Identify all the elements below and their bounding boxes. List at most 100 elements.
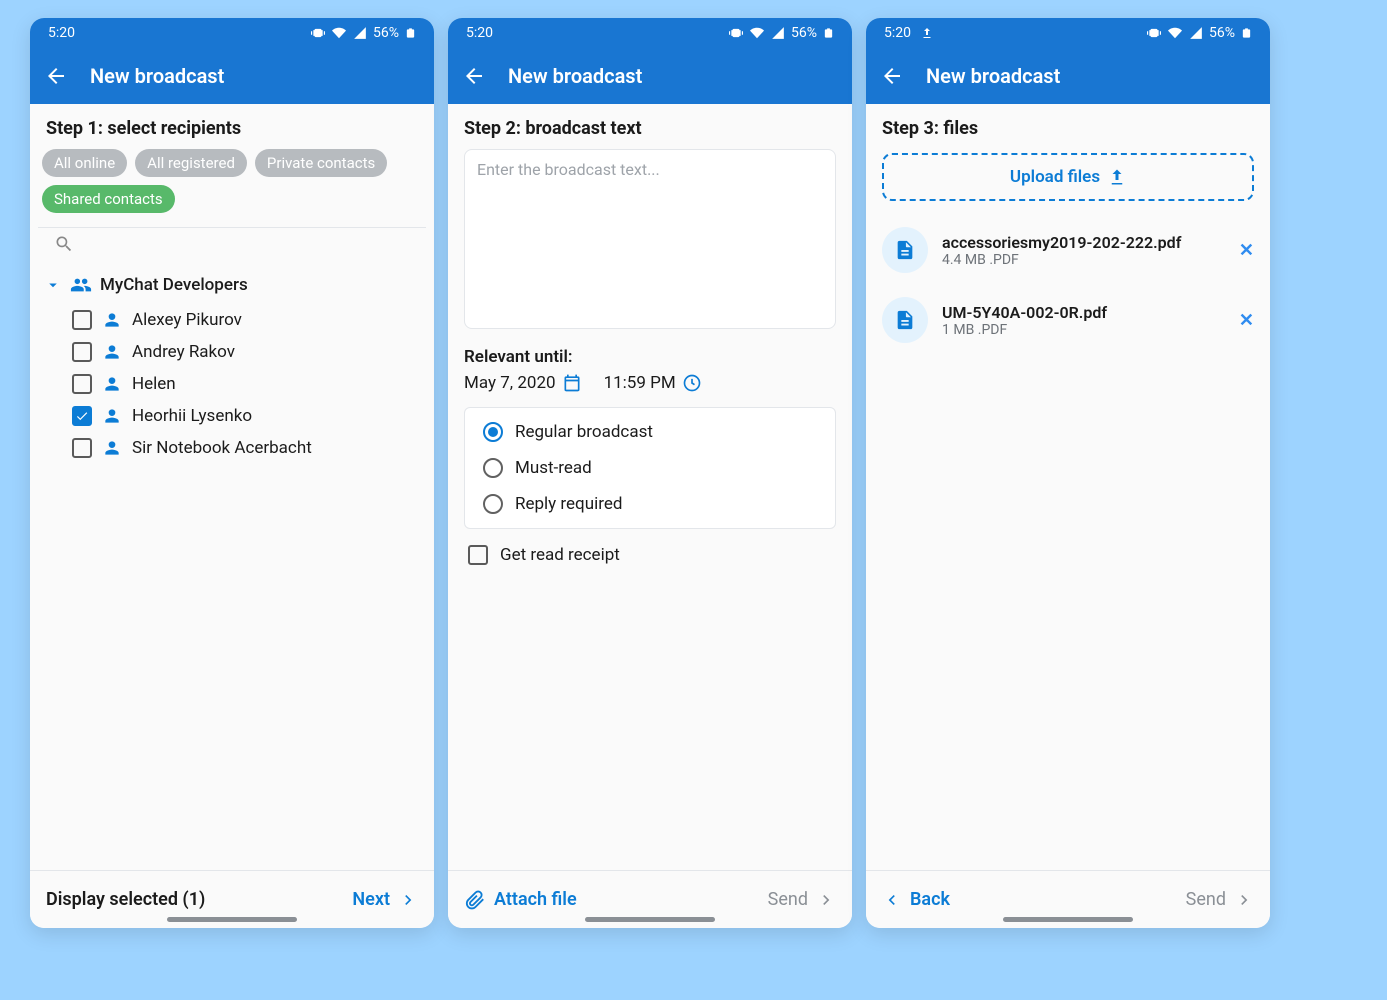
attach-file-button[interactable]: Attach file <box>464 889 577 911</box>
chevron-right-icon <box>816 890 836 910</box>
filter-chip-row: All online All registered Private contac… <box>32 149 432 221</box>
broadcast-text-input[interactable]: Enter the broadcast text... <box>464 149 836 329</box>
search-icon <box>54 234 74 254</box>
file-meta: 4.4 MB .PDF <box>942 252 1225 268</box>
status-battery-text: 56% <box>791 25 817 41</box>
person-icon <box>102 438 122 458</box>
person-row[interactable]: Sir Notebook Acerbacht <box>38 432 426 464</box>
group-name: MyChat Developers <box>100 275 248 295</box>
relevant-date[interactable]: May 7, 2020 <box>464 373 556 393</box>
next-button[interactable]: Next <box>352 889 418 910</box>
step1-footer: Display selected (1) Next <box>30 870 434 928</box>
status-time: 5:20 <box>884 25 911 41</box>
upload-files-button[interactable]: Upload files <box>882 153 1254 201</box>
person-icon <box>102 342 122 362</box>
radio-button[interactable] <box>483 422 503 442</box>
cell-icon <box>353 26 367 40</box>
remove-file-button[interactable]: ✕ <box>1239 310 1254 331</box>
clock-icon[interactable] <box>682 373 702 393</box>
chip-private-contacts[interactable]: Private contacts <box>255 149 387 177</box>
person-checkbox[interactable] <box>72 374 92 394</box>
person-row[interactable]: Heorhii Lysenko <box>38 400 426 432</box>
radio-button[interactable] <box>483 494 503 514</box>
app-bar: New broadcast <box>30 48 434 104</box>
step3-footer: Back Send <box>866 870 1270 928</box>
screen-step1: 5:20 56% New broadcast Step 1: select re… <box>30 18 434 928</box>
status-time: 5:20 <box>48 25 75 41</box>
page-title: New broadcast <box>508 64 642 88</box>
person-checkbox[interactable] <box>72 438 92 458</box>
person-icon <box>102 310 122 330</box>
person-checkbox[interactable] <box>72 406 92 426</box>
search-row[interactable] <box>38 227 426 260</box>
read-receipt-row[interactable]: Get read receipt <box>450 529 850 581</box>
battery-icon <box>405 25 416 41</box>
vibrate-icon <box>729 26 743 40</box>
chip-shared-contacts[interactable]: Shared contacts <box>42 185 175 213</box>
person-row[interactable]: Helen <box>38 368 426 400</box>
remove-file-button[interactable]: ✕ <box>1239 240 1254 261</box>
read-receipt-checkbox[interactable] <box>468 545 488 565</box>
back-icon[interactable] <box>880 64 904 88</box>
person-checkbox[interactable] <box>72 342 92 362</box>
page-title: New broadcast <box>90 64 224 88</box>
paperclip-icon <box>464 889 486 911</box>
back-button[interactable]: Back <box>882 889 950 910</box>
document-icon <box>894 239 916 261</box>
person-icon <box>102 374 122 394</box>
status-time: 5:20 <box>466 25 493 41</box>
radio-reply[interactable]: Reply required <box>469 486 831 522</box>
battery-icon <box>823 25 834 41</box>
vibrate-icon <box>1147 26 1161 40</box>
file-meta: 1 MB .PDF <box>942 322 1225 338</box>
file-icon <box>882 227 928 273</box>
send-button[interactable]: Send <box>768 889 836 910</box>
chip-all-online[interactable]: All online <box>42 149 127 177</box>
contacts-tree: MyChat Developers Alexey Pikurov Andrey … <box>32 260 432 464</box>
vibrate-icon <box>311 26 325 40</box>
chip-all-registered[interactable]: All registered <box>135 149 247 177</box>
chevron-right-icon <box>1234 890 1254 910</box>
upload-icon <box>1108 168 1126 186</box>
wifi-icon <box>331 26 347 40</box>
upload-indicator-icon <box>921 27 933 39</box>
radio-regular[interactable]: Regular broadcast <box>469 414 831 450</box>
file-row: UM-5Y40A-002-0R.pdf 1 MB .PDF ✕ <box>868 285 1268 355</box>
check-icon <box>75 409 89 423</box>
broadcast-type-card: Regular broadcast Must-read Reply requir… <box>464 407 836 529</box>
status-bar: 5:20 56% <box>30 18 434 48</box>
group-icon <box>70 274 92 296</box>
file-name: UM-5Y40A-002-0R.pdf <box>942 303 1225 322</box>
chevron-left-icon <box>882 890 902 910</box>
person-name: Helen <box>132 374 176 394</box>
step2-title: Step 2: broadcast text <box>450 116 850 149</box>
person-row[interactable]: Alexey Pikurov <box>38 304 426 336</box>
app-bar: New broadcast <box>866 48 1270 104</box>
group-header[interactable]: MyChat Developers <box>38 266 426 304</box>
page-title: New broadcast <box>926 64 1060 88</box>
radio-button[interactable] <box>483 458 503 478</box>
person-row[interactable]: Andrey Rakov <box>38 336 426 368</box>
radio-mustread[interactable]: Must-read <box>469 450 831 486</box>
step2-footer: Attach file Send <box>448 870 852 928</box>
display-selected[interactable]: Display selected (1) <box>46 889 205 910</box>
status-battery-text: 56% <box>373 25 399 41</box>
status-bar: 5:20 56% <box>448 18 852 48</box>
relevant-time[interactable]: 11:59 PM <box>604 373 676 393</box>
nav-handle <box>1003 917 1133 922</box>
person-checkbox[interactable] <box>72 310 92 330</box>
battery-icon <box>1241 25 1252 41</box>
chevron-right-icon <box>398 890 418 910</box>
back-icon[interactable] <box>462 64 486 88</box>
back-icon[interactable] <box>44 64 68 88</box>
wifi-icon <box>1167 26 1183 40</box>
calendar-icon[interactable] <box>562 373 582 393</box>
status-bar: 5:20 56% <box>866 18 1270 48</box>
cell-icon <box>1189 26 1203 40</box>
person-name: Sir Notebook Acerbacht <box>132 438 312 458</box>
send-button[interactable]: Send <box>1186 889 1254 910</box>
chevron-down-icon <box>44 276 62 294</box>
person-icon <box>102 406 122 426</box>
person-name: Andrey Rakov <box>132 342 235 362</box>
nav-handle <box>167 917 297 922</box>
